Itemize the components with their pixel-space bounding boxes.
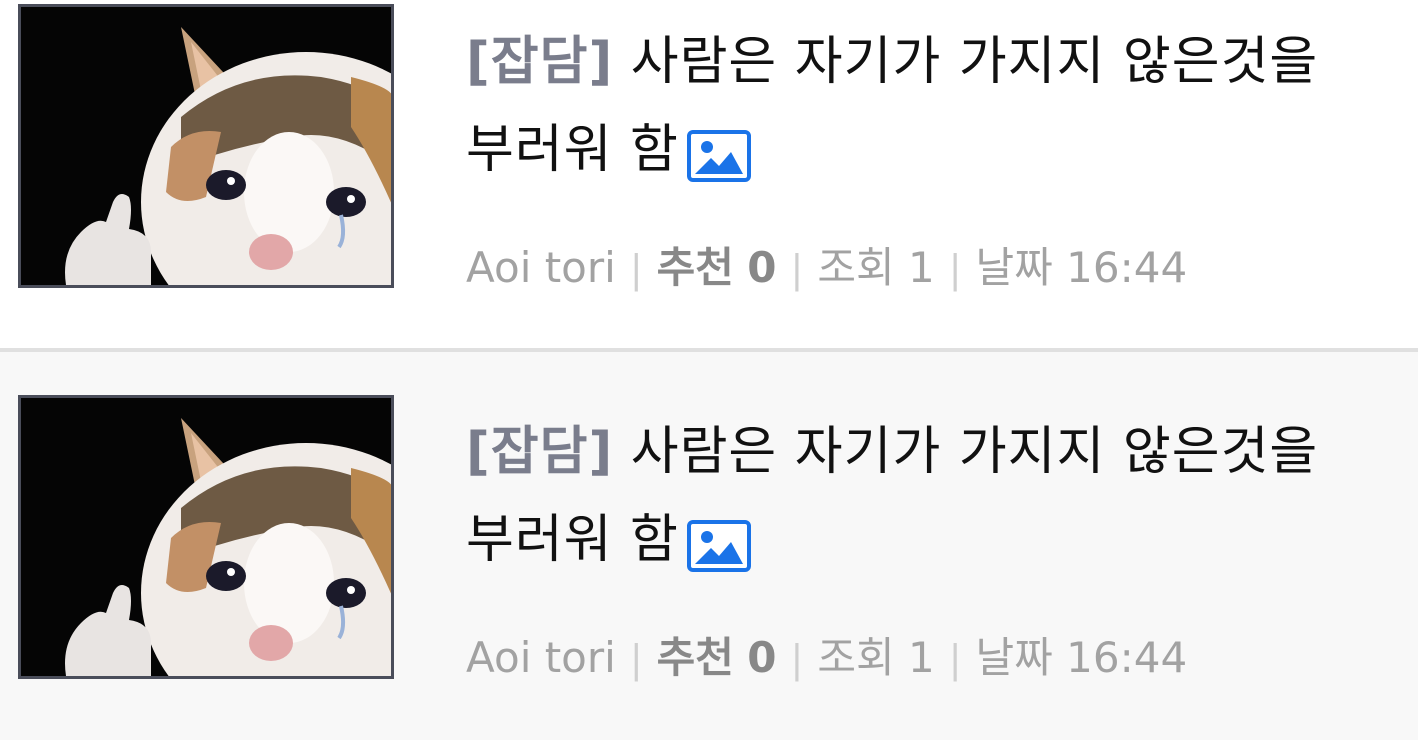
recommend-count: 0 xyxy=(747,243,777,292)
date-label: 날짜 xyxy=(975,633,1053,682)
recommend-count: 0 xyxy=(747,633,777,682)
views-count: 1 xyxy=(907,243,935,292)
views-count: 1 xyxy=(907,633,935,682)
post-meta: Aoi tori | 추천 0 | 조회 1 | 날짜 16:44 xyxy=(466,624,1187,685)
post-list: [잡담] 사람은 자기가 가지지 않은것을 부러워 함 Aoi tori | 추천 … xyxy=(0,0,1418,740)
crying-cat-image xyxy=(21,7,391,285)
date-value: 16:44 xyxy=(1066,633,1188,682)
meta-separator: | xyxy=(948,247,962,291)
meta-separator: | xyxy=(629,247,643,291)
recommend-label: 추천 xyxy=(656,243,734,292)
post-item[interactable]: [잡담] 사람은 자기가 가지지 않은것을 부러워 함 Aoi tori | 추천 … xyxy=(0,0,1418,352)
post-thumbnail[interactable] xyxy=(18,4,394,288)
post-category: [잡담] xyxy=(466,422,614,482)
post-category: [잡담] xyxy=(466,32,614,92)
views-label: 조회 xyxy=(817,243,895,292)
views-label: 조회 xyxy=(817,633,895,682)
post-meta: Aoi tori | 추천 0 | 조회 1 | 날짜 16:44 xyxy=(466,234,1187,295)
post-title[interactable]: [잡담] 사람은 자기가 가지지 않은것을 부러워 함 xyxy=(466,18,1366,194)
post-item[interactable]: [잡담] 사람은 자기가 가지지 않은것을 부러워 함 Aoi tori | 추천 … xyxy=(0,352,1418,740)
date-value: 16:44 xyxy=(1066,243,1188,292)
image-icon xyxy=(686,511,751,572)
recommend-label: 추천 xyxy=(656,633,734,682)
meta-separator: | xyxy=(790,637,804,681)
image-icon xyxy=(686,121,751,182)
meta-separator: | xyxy=(790,247,804,291)
date-label: 날짜 xyxy=(975,243,1053,292)
meta-separator: | xyxy=(629,637,643,681)
meta-separator: | xyxy=(948,637,962,681)
post-title[interactable]: [잡담] 사람은 자기가 가지지 않은것을 부러워 함 xyxy=(466,408,1366,584)
post-thumbnail[interactable] xyxy=(18,395,394,679)
post-author[interactable]: Aoi tori xyxy=(466,243,616,292)
post-author[interactable]: Aoi tori xyxy=(466,633,616,682)
crying-cat-image xyxy=(21,398,391,676)
